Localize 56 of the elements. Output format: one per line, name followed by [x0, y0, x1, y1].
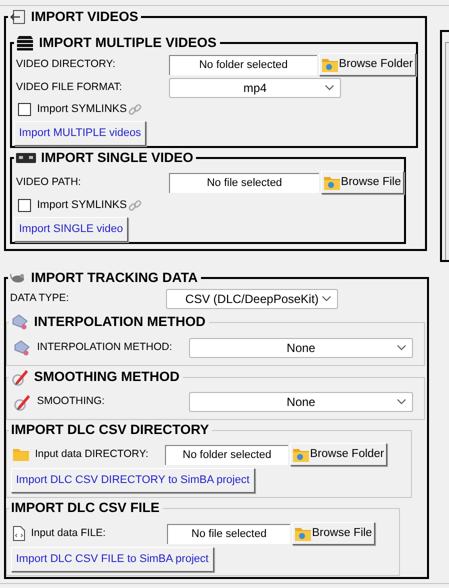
chevron-down-icon — [397, 399, 406, 405]
field-label: DATA TYPE: — [10, 291, 69, 306]
chevron-down-icon — [325, 85, 334, 91]
dropdown[interactable]: mp4 — [169, 78, 341, 98]
field-label: VIDEO FILE FORMAT: — [16, 80, 122, 96]
import-button[interactable]: Import SINGLE video — [14, 217, 128, 242]
checkbox[interactable] — [18, 103, 31, 116]
section-title: IMPORT TRACKING DATA — [31, 268, 198, 287]
field-label: VIDEO PATH: — [16, 174, 81, 190]
dropdown[interactable]: CSV (DLC/DeepPoseKit) — [166, 289, 338, 309]
tag-icon — [11, 314, 29, 330]
field-label: Input data DIRECTORY: — [35, 446, 148, 462]
path-field[interactable]: No folder selected — [165, 444, 288, 464]
stack-icon — [16, 35, 34, 51]
dropdown[interactable]: None — [189, 392, 413, 412]
group-title: IMPORT DLC CSV DIRECTORY — [11, 420, 210, 439]
path-field[interactable]: No file selected — [169, 172, 319, 192]
import-icon — [10, 9, 26, 25]
group-title: IMPORT MULTIPLE VIDEOS — [39, 34, 217, 52]
pencil-icon — [11, 368, 29, 386]
browse-button[interactable]: Browse File — [292, 522, 376, 545]
section-title: IMPORT VIDEOS — [31, 8, 138, 26]
mouse-icon — [10, 273, 26, 283]
link-icon — [128, 198, 142, 212]
folder-icon — [293, 446, 309, 462]
folder-icon — [322, 56, 338, 72]
group-title: SMOOTHING METHOD — [34, 368, 180, 386]
pencil-icon — [13, 393, 31, 411]
import-button[interactable]: Import DLC CSV DIRECTORY to SimBA project — [11, 468, 255, 493]
field-label: INTERPOLATION METHOD: — [37, 340, 172, 356]
browse-button[interactable]: Browse Folder — [290, 443, 388, 466]
folder-icon — [324, 174, 340, 190]
field-label: SMOOTHING: — [37, 394, 105, 410]
browse-button[interactable]: Browse Folder — [318, 53, 416, 76]
dropdown[interactable]: None — [189, 338, 413, 358]
group-title: IMPORT DLC CSV FILE — [11, 498, 160, 517]
folder-icon — [13, 448, 29, 461]
group-title: INTERPOLATION METHOD — [34, 312, 206, 331]
chevron-down-icon — [322, 296, 331, 302]
import-button[interactable]: Import MULTIPLE videos — [14, 121, 146, 146]
browse-button[interactable]: Browse File — [320, 171, 404, 194]
path-field[interactable]: No file selected — [167, 524, 290, 544]
checkbox-label: Import SYMLINKS — [37, 198, 127, 214]
link-icon — [128, 102, 142, 116]
chevron-down-icon — [397, 345, 406, 351]
field-label: Input data FILE: — [31, 526, 106, 541]
video-tape-icon — [16, 153, 36, 163]
checkbox-label: Import SYMLINKS — [37, 102, 127, 118]
tag-icon — [13, 340, 31, 356]
folder-icon — [295, 526, 311, 542]
group-title: IMPORT SINGLE VIDEO — [41, 148, 194, 167]
field-label: VIDEO DIRECTORY: — [16, 56, 116, 72]
checkbox[interactable] — [18, 199, 31, 212]
code-file-icon — [13, 526, 25, 541]
path-field[interactable]: No folder selected — [169, 54, 317, 74]
import-button[interactable]: Import DLC CSV FILE to SimBA project — [11, 547, 214, 572]
